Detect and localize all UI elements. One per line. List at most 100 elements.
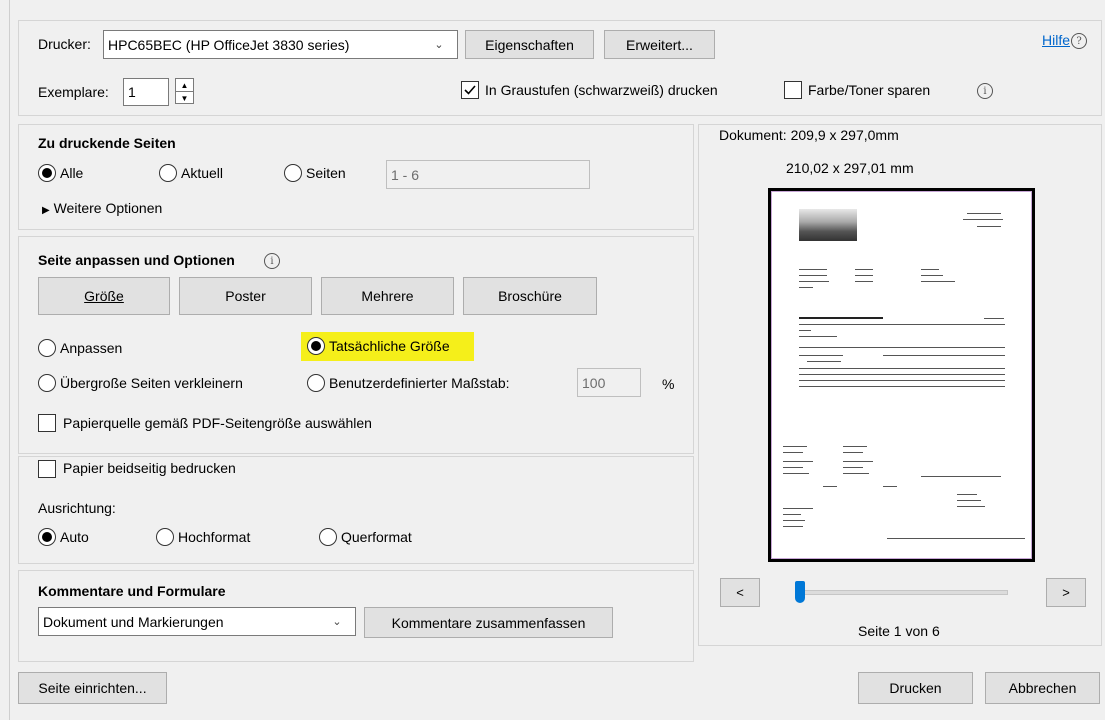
paper-source-checkbox[interactable]: [38, 414, 56, 432]
print-button[interactable]: Drucken: [858, 672, 973, 704]
summarize-comments-button[interactable]: Kommentare zusammenfassen: [364, 607, 613, 638]
preview-text-line: [843, 473, 869, 474]
preview-text-line: [921, 281, 955, 282]
radio-actual-size[interactable]: [307, 337, 325, 355]
preview-table-header: [799, 347, 1005, 348]
preview-text-line: [921, 275, 943, 276]
preview-text-line: [957, 500, 981, 501]
radio-auto[interactable]: [38, 528, 56, 546]
properties-button[interactable]: Eigenschaften: [465, 30, 594, 59]
info-icon[interactable]: i: [977, 83, 993, 99]
comments-select-value: Dokument und Markierungen: [43, 613, 224, 630]
radio-auto-label: Auto: [60, 529, 89, 545]
more-options-toggle[interactable]: ▶ Weitere Optionen: [42, 200, 162, 216]
document-size: Dokument: 209,9 x 297,0mm: [719, 127, 899, 143]
pages-range-input[interactable]: 1 - 6: [386, 160, 590, 189]
window-left-edge: [9, 0, 10, 720]
preview-text-line: [843, 461, 873, 462]
radio-custom-scale[interactable]: [307, 374, 325, 392]
radio-fit[interactable]: [38, 339, 56, 357]
percent-label: %: [662, 376, 675, 392]
preview-text-line: [984, 318, 1004, 319]
duplex-label: Papier beidseitig bedrucken: [63, 460, 236, 476]
preview-text-line: [799, 386, 1005, 387]
preview-text-line: [807, 361, 841, 362]
preview-text-line: [799, 287, 813, 288]
stepper-down-icon[interactable]: ▼: [176, 92, 193, 104]
preview-text-line: [799, 275, 827, 276]
preview-text-line: [977, 226, 1001, 227]
preview-text-line: [799, 380, 1005, 381]
multiple-button[interactable]: Mehrere: [321, 277, 454, 315]
preview-text-line: [843, 446, 867, 447]
preview-text-line: [883, 355, 1005, 356]
preview-text-line: [883, 486, 897, 487]
sizing-title: Seite anpassen und Optionen: [38, 252, 235, 268]
preview-text-line: [783, 467, 803, 468]
cancel-button[interactable]: Abbrechen: [985, 672, 1100, 704]
preview-logo-image: [799, 209, 857, 241]
preview-text-line: [799, 281, 829, 282]
radio-landscape[interactable]: [319, 528, 337, 546]
grayscale-checkbox[interactable]: [461, 81, 479, 99]
radio-pages-label: Seiten: [306, 165, 346, 181]
prev-page-button[interactable]: <: [720, 578, 760, 607]
preview-rule: [799, 324, 1005, 325]
preview-text-line: [799, 336, 837, 337]
sizing-info-icon[interactable]: i: [264, 253, 280, 269]
preview-text-line: [963, 219, 1003, 220]
preview-text-line: [855, 281, 873, 282]
radio-portrait[interactable]: [156, 528, 174, 546]
page-size: 210,02 x 297,01 mm: [786, 160, 914, 176]
page-slider-thumb[interactable]: [795, 581, 805, 603]
copies-stepper[interactable]: ▲ ▼: [175, 78, 194, 104]
duplex-checkbox[interactable]: [38, 460, 56, 478]
radio-portrait-label: Hochformat: [178, 529, 251, 545]
next-page-button[interactable]: >: [1046, 578, 1086, 607]
help-link[interactable]: Hilfe: [1042, 32, 1070, 48]
preview-rule: [799, 368, 1005, 369]
copies-input[interactable]: 1: [123, 78, 169, 106]
scale-input[interactable]: 100: [577, 368, 641, 397]
preview-text-line: [921, 269, 939, 270]
preview-text-line: [855, 269, 873, 270]
printer-label: Drucker:: [38, 36, 91, 52]
save-ink-checkbox[interactable]: [784, 81, 802, 99]
radio-current-label: Aktuell: [181, 165, 224, 181]
page-slider-track[interactable]: [800, 590, 1008, 595]
preview-text-line: [957, 506, 985, 507]
more-options-label: Weitere Optionen: [53, 200, 163, 216]
comments-title: Kommentare und Formulare: [38, 583, 226, 599]
page-setup-button[interactable]: Seite einrichten...: [18, 672, 167, 704]
preview-text-line: [799, 355, 843, 356]
preview-text-line: [843, 467, 863, 468]
comments-select[interactable]: Dokument und Markierungen ⌄: [38, 607, 356, 636]
preview-text-line: [843, 452, 863, 453]
page-indicator: Seite 1 von 6: [858, 623, 940, 639]
radio-current[interactable]: [159, 164, 177, 182]
preview-text-line: [783, 461, 813, 462]
preview-text-line: [783, 514, 801, 515]
size-button[interactable]: Größe: [38, 277, 170, 315]
chevron-down-icon: ⌄: [332, 616, 342, 628]
preview-text-line: [783, 452, 803, 453]
preview-text-line: [783, 520, 805, 521]
radio-shrink[interactable]: [38, 374, 56, 392]
size-button-label: Größe: [84, 288, 124, 304]
printer-select[interactable]: HPC65BEC (HP OfficeJet 3830 series) ⌄: [103, 30, 458, 59]
preview-text-line: [799, 330, 811, 331]
paper-source-label: Papierquelle gemäß PDF-Seitengröße auswä…: [63, 415, 372, 431]
booklet-button[interactable]: Broschüre: [463, 277, 597, 315]
preview-text-line: [783, 473, 809, 474]
radio-pages[interactable]: [284, 164, 302, 182]
stepper-up-icon[interactable]: ▲: [176, 79, 193, 92]
advanced-button[interactable]: Erweitert...: [604, 30, 715, 59]
preview-text-line: [783, 508, 813, 509]
help-icon[interactable]: ?: [1071, 33, 1087, 49]
preview-text-line: [783, 526, 803, 527]
radio-all[interactable]: [38, 164, 56, 182]
orientation-label: Ausrichtung:: [38, 500, 116, 516]
grayscale-label: In Graustufen (schwarzweiß) drucken: [485, 82, 718, 98]
poster-button[interactable]: Poster: [179, 277, 312, 315]
radio-actual-size-label: Tatsächliche Größe: [329, 338, 450, 354]
